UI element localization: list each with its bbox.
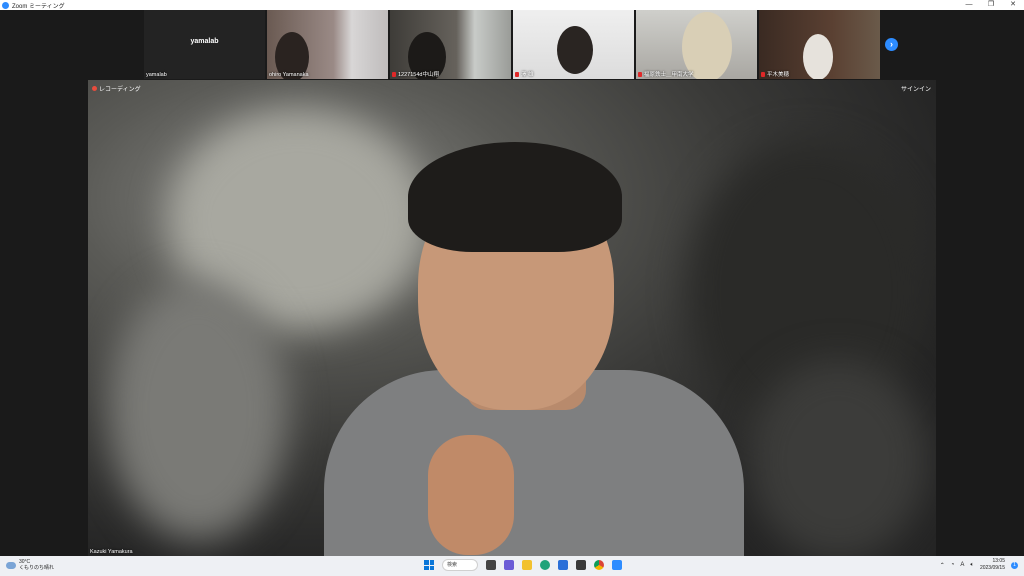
participant-tile[interactable]: 1227154d中山翔 xyxy=(390,10,511,79)
participant-name: 平木美穂 xyxy=(761,70,789,78)
clock-date: 2023/09/15 xyxy=(979,565,1005,571)
participant-tile[interactable]: yamalab yamalab xyxy=(144,10,265,79)
taskbar: 30°C くもりのち晴れ 検索 ⌃ ◔ A 🔈︎ 13:05 2023/09/1… xyxy=(0,556,1024,576)
weather-widget[interactable]: 30°C くもりのち晴れ xyxy=(6,559,54,571)
tray-chevron-icon[interactable]: ⌃ xyxy=(940,562,945,569)
muted-mic-icon xyxy=(515,72,519,78)
muted-mic-icon xyxy=(392,72,396,78)
taskbar-apps: 検索 xyxy=(424,559,622,571)
sign-in-link[interactable]: サインイン xyxy=(901,84,931,93)
participant-video xyxy=(682,12,732,79)
network-icon[interactable]: ◔ xyxy=(951,562,955,568)
cloud-icon xyxy=(6,561,16,569)
participant-name: ohiro Yamanaka xyxy=(269,72,309,78)
chat-icon[interactable] xyxy=(504,560,514,570)
recording-indicator: レコーディング xyxy=(92,84,141,93)
window-title: Zoom ミーティング xyxy=(12,3,65,10)
zoom-logo-icon xyxy=(2,1,9,9)
participant-video xyxy=(803,34,833,79)
participant-tile[interactable]: 平木美穂 xyxy=(759,10,880,79)
store-icon[interactable] xyxy=(558,560,568,570)
next-page-button[interactable]: › xyxy=(885,38,898,51)
mail-icon[interactable] xyxy=(576,560,586,570)
participant-name: 1227154d中山翔 xyxy=(392,70,439,78)
record-dot-icon xyxy=(92,86,97,91)
task-view-icon[interactable] xyxy=(486,560,496,570)
participant-tile[interactable]: ohiro Yamanaka xyxy=(267,10,388,79)
muted-mic-icon xyxy=(761,72,765,78)
close-button[interactable]: ✕ xyxy=(1002,0,1024,10)
participant-name: 福原鉄士＿甲南大学 xyxy=(638,70,694,78)
taskbar-clock[interactable]: 13:05 2023/09/15 xyxy=(980,558,1005,572)
participant-video xyxy=(557,26,593,74)
muted-mic-icon xyxy=(638,72,642,78)
chrome-icon[interactable] xyxy=(594,560,604,570)
volume-icon[interactable]: 🔈︎ xyxy=(970,562,974,569)
recording-label: レコーディング xyxy=(99,87,141,93)
participant-name: yamalab xyxy=(146,72,167,78)
window-titlebar: Zoom ミーティング — ❐ ✕ xyxy=(0,0,1024,10)
tile-center-label: yamalab xyxy=(190,38,219,45)
participant-name: 澤 雄 xyxy=(515,70,534,78)
system-tray: ⌃ ◔ A 🔈︎ 13:05 2023/09/15 1 xyxy=(940,558,1018,572)
weather-desc: くもりのち晴れ xyxy=(19,565,55,571)
gallery-strip: yamalab yamalab ohiro Yamanaka 1227154d中… xyxy=(144,10,880,79)
clock-time: 13:05 xyxy=(992,558,1005,564)
participant-tile[interactable]: 澤 雄 xyxy=(513,10,634,79)
edge-browser-icon[interactable] xyxy=(540,560,550,570)
speaker-hair xyxy=(408,142,622,252)
participant-tile[interactable]: 福原鉄士＿甲南大学 xyxy=(636,10,757,79)
speaker-name: Kazuki Yamakura xyxy=(90,549,133,555)
minimize-button[interactable]: — xyxy=(958,0,980,10)
notification-badge[interactable]: 1 xyxy=(1011,561,1018,569)
speaker-hand xyxy=(428,435,514,555)
start-button-icon[interactable] xyxy=(424,560,434,570)
window-controls: — ❐ ✕ xyxy=(958,0,1024,10)
ime-icon[interactable]: A xyxy=(960,562,964,568)
file-explorer-icon[interactable] xyxy=(522,560,532,570)
active-speaker-video: レコーディング サインイン Kazuki Yamakura xyxy=(88,80,936,556)
restore-button[interactable]: ❐ xyxy=(980,0,1002,10)
taskbar-search[interactable]: 検索 xyxy=(442,559,478,571)
zoom-app-icon[interactable] xyxy=(612,560,622,570)
